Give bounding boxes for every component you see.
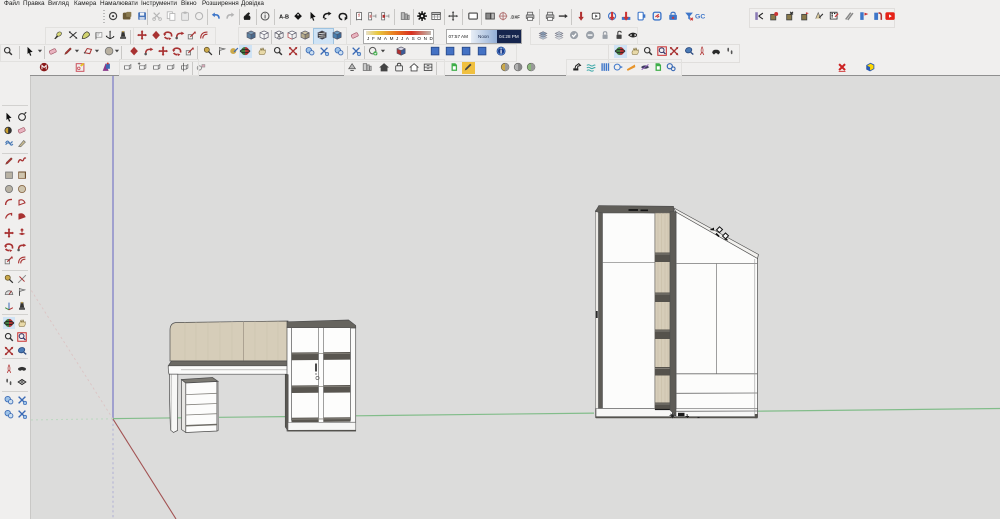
svg-text:GC: GC xyxy=(695,14,705,21)
svg-text:A-B: A-B xyxy=(279,15,289,21)
svg-text:.DXF: .DXF xyxy=(510,15,520,20)
